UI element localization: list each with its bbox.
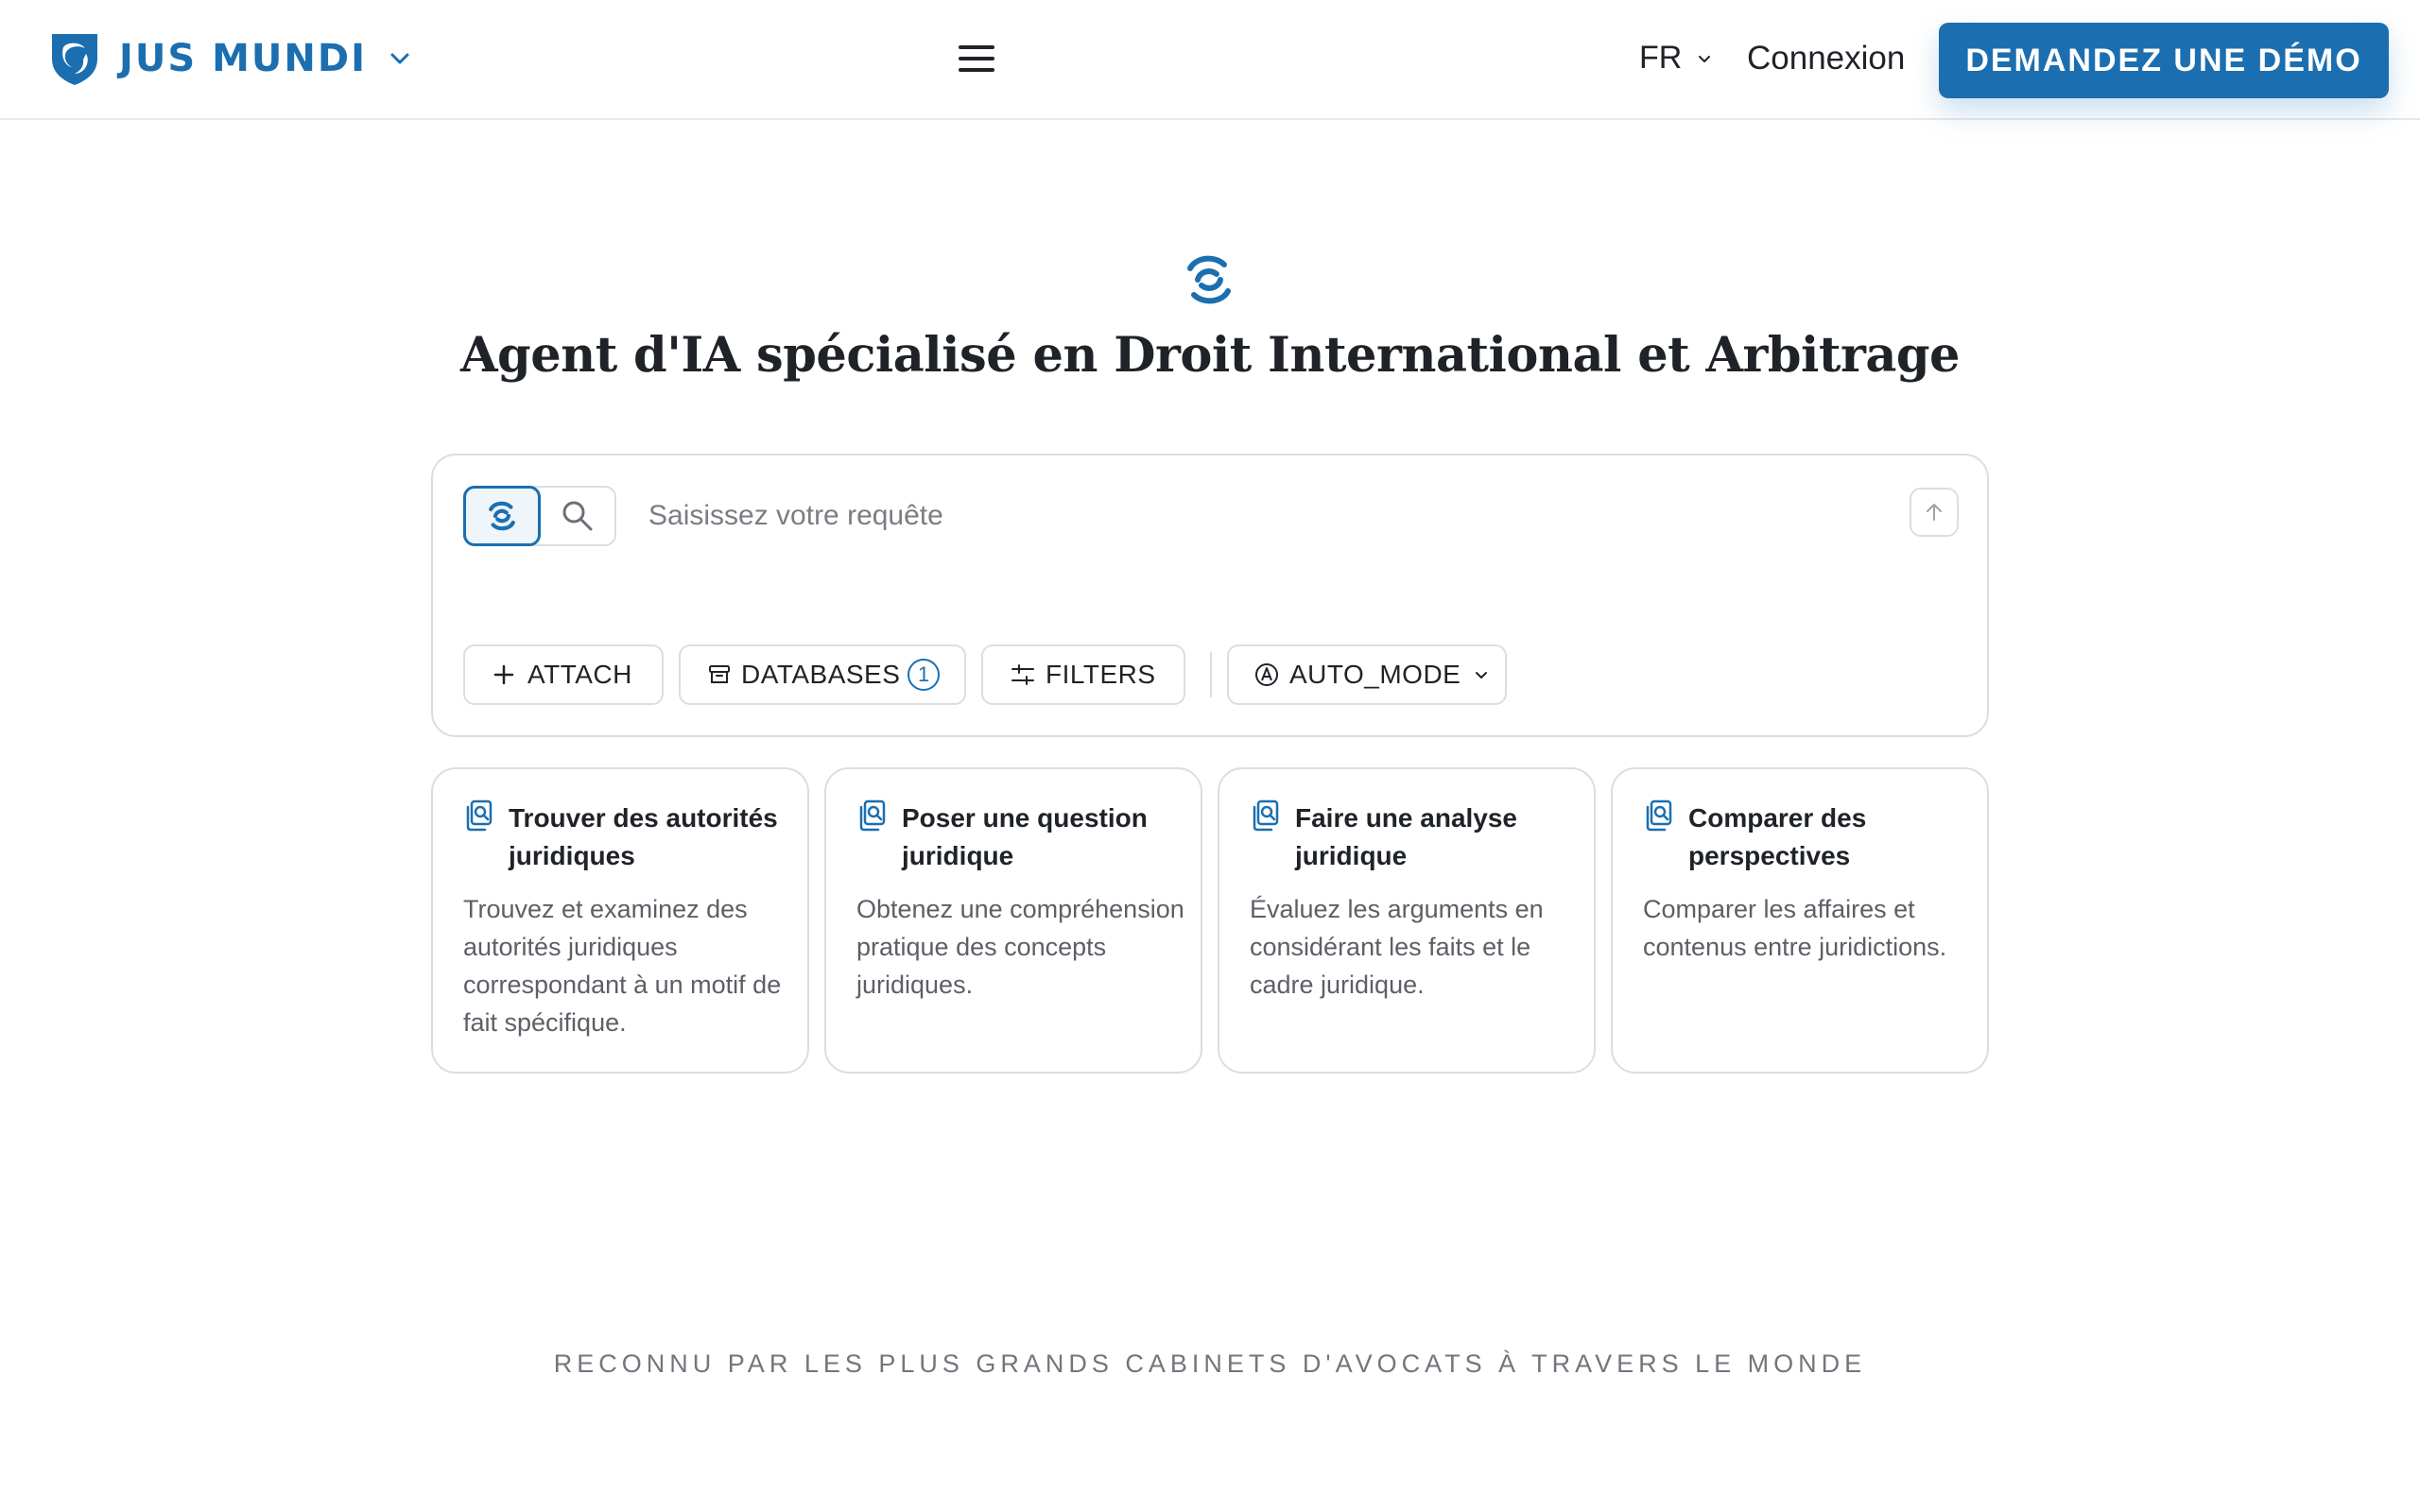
documents-search-icon xyxy=(1253,799,1279,832)
send-button[interactable] xyxy=(1910,488,1959,537)
chevron-down-icon xyxy=(1699,55,1711,62)
databases-label: DATABASES xyxy=(741,660,901,689)
language-label: FR xyxy=(1639,40,1683,76)
chevron-down-icon xyxy=(390,53,409,64)
query-panel: ATTACH DATABASES 1 FILTERS AUTO_ xyxy=(431,454,1989,737)
ai-swirl-icon xyxy=(489,501,515,531)
documents-search-icon xyxy=(859,799,886,832)
auto-mode-dropdown[interactable]: AUTO_MODE xyxy=(1227,644,1507,705)
card-description: Évaluez les arguments en considérant les… xyxy=(1250,895,1544,999)
card-title: Faire une analyse juridique xyxy=(1295,803,1518,870)
databases-button[interactable]: DATABASES 1 xyxy=(679,644,966,705)
auto-mode-icon xyxy=(1255,663,1278,686)
ai-mode-button[interactable] xyxy=(463,486,541,546)
jus-mundi-shield-icon xyxy=(52,34,97,85)
query-input[interactable] xyxy=(648,493,1821,539)
card-title: Poser une question juridique xyxy=(902,803,1148,870)
card-description: Trouvez et examinez des autorités juridi… xyxy=(463,895,782,1037)
page-title: Agent d'IA spécialisé en Droit Internati… xyxy=(459,327,1961,384)
ai-swirl-icon xyxy=(1187,255,1231,304)
archive-icon xyxy=(709,665,730,683)
menu-icon[interactable] xyxy=(959,45,994,76)
card-compare-perspectives[interactable]: Comparer des perspectives Comparer les a… xyxy=(1611,767,1989,1074)
language-selector[interactable]: FR xyxy=(1639,40,1712,77)
search-icon xyxy=(562,501,593,531)
login-link[interactable]: Connexion xyxy=(1747,40,1905,77)
toolbar-divider xyxy=(1210,652,1212,697)
filters-button[interactable]: FILTERS xyxy=(981,644,1185,705)
card-description: Obtenez une compréhension pratique des c… xyxy=(856,895,1184,999)
chevron-down-icon xyxy=(1476,672,1488,679)
card-find-authorities[interactable]: Trouver des autorités juridiques Trouvez… xyxy=(431,767,809,1074)
card-title: Trouver des autorités juridiques xyxy=(509,803,778,870)
card-title: Comparer des perspectives xyxy=(1688,803,1867,870)
attach-label: ATTACH xyxy=(527,660,632,689)
card-legal-analysis[interactable]: Faire une analyse juridique Évaluez les … xyxy=(1218,767,1596,1074)
filters-label: FILTERS xyxy=(1046,660,1156,689)
attach-button[interactable]: ATTACH xyxy=(463,644,664,705)
brand-name: JUS MUNDI xyxy=(119,37,367,80)
card-ask-question[interactable]: Poser une question juridique Obtenez une… xyxy=(824,767,1202,1074)
mode-toggle xyxy=(463,486,616,546)
arrow-up-icon xyxy=(1927,504,1942,521)
request-demo-button[interactable]: DEMANDEZ UNE DÉMO xyxy=(1939,23,2389,98)
search-mode-button[interactable] xyxy=(541,488,614,544)
trusted-by-tagline: RECONNU PAR LES PLUS GRANDS CABINETS D'A… xyxy=(553,1349,1867,1378)
sliders-icon xyxy=(1011,664,1034,685)
site-header: JUS MUNDI FR Connexion DEMANDEZ UNE DÉMO xyxy=(0,0,2420,120)
documents-search-icon xyxy=(466,799,493,832)
databases-count-badge: 1 xyxy=(908,659,941,691)
auto-mode-label: AUTO_MODE xyxy=(1289,660,1461,689)
card-description: Comparer les affaires et contenus entre … xyxy=(1643,895,1947,961)
documents-search-icon xyxy=(1646,799,1672,832)
plus-icon xyxy=(493,664,514,685)
brand-logo[interactable]: JUS MUNDI xyxy=(49,30,412,87)
